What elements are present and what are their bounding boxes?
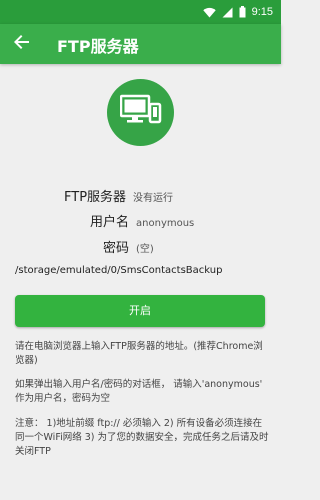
password-row: 密码 (空) xyxy=(103,237,154,256)
start-button[interactable]: 开启 xyxy=(15,295,265,327)
instruction-notes: 注意： 1)地址前缀 ftp:// 必须输入 2) 所有设备必须连接在同一个Wi… xyxy=(15,418,269,457)
server-status-row: FTP服务器 没有运行 xyxy=(64,186,173,205)
battery-icon xyxy=(239,3,246,22)
status-bar: 9:15 xyxy=(0,0,281,24)
page-title: FTP服务器 xyxy=(57,37,139,56)
server-status: 没有运行 xyxy=(133,193,174,204)
username-row: 用户名 anonymous xyxy=(90,211,194,230)
username-value: anonymous xyxy=(136,218,195,229)
signal-icon xyxy=(222,3,233,22)
password-label: 密码 xyxy=(103,241,130,256)
status-time: 9:15 xyxy=(251,6,273,18)
instruction-address: 请在电脑浏览器上输入FTP服务器的地址。(推荐Chrome浏览器) xyxy=(15,341,263,366)
arrow-back-icon xyxy=(14,34,30,54)
password-value: (空) xyxy=(136,244,154,255)
desktop-and-phone-icon xyxy=(119,94,162,132)
ftp-logo xyxy=(107,79,174,146)
wifi-icon xyxy=(202,3,216,22)
toolbar: FTP服务器 xyxy=(0,24,281,64)
instruction-credentials: 如果弹出输入用户名/密码的对话框， 请输入'anonymous' 作为用户名，密… xyxy=(15,379,263,404)
storage-path: /storage/emulated/0/SmsContactsBackup xyxy=(15,265,223,276)
back-button[interactable] xyxy=(10,32,34,56)
status-icons: 9:15 xyxy=(202,3,273,22)
server-label: FTP服务器 xyxy=(64,190,127,205)
username-label: 用户名 xyxy=(90,215,130,230)
